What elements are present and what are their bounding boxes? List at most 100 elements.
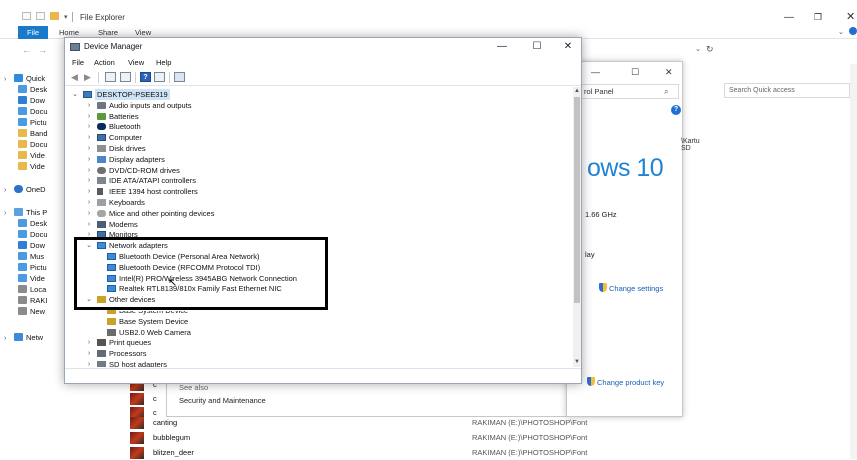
search-icon[interactable]: ⌕	[664, 85, 668, 98]
explorer-close-icon[interactable]: ✕	[846, 10, 855, 23]
scrollbar-thumb[interactable]	[574, 97, 580, 303]
ribbon-tab-file[interactable]: File	[18, 26, 48, 39]
expand-chevron-icon[interactable]: ›	[85, 121, 93, 132]
expand-chevron-icon[interactable]: ›	[85, 111, 93, 122]
device-category[interactable]: › Disk drives	[65, 143, 573, 154]
help-icon[interactable]: ?	[140, 72, 151, 82]
device-category[interactable]: › Print queues	[65, 337, 573, 348]
explorer-minimize-icon[interactable]: —	[784, 12, 794, 23]
desktop-icon	[18, 219, 27, 227]
device-category[interactable]: › SD host adapters	[65, 359, 573, 367]
menu-action[interactable]: Action	[94, 58, 115, 67]
system-close-icon[interactable]: ✕	[665, 67, 673, 78]
device-item[interactable]: Bluetooth Device (Personal Area Network)	[65, 251, 573, 262]
device-category[interactable]: › Bluetooth	[65, 121, 573, 132]
device-item[interactable]: Realtek RTL8139/810x Family Fast Etherne…	[65, 283, 573, 294]
device-manager-title-bar[interactable]: Device Manager — ☐ ✕	[65, 38, 581, 57]
expand-chevron-icon[interactable]: ›	[85, 100, 93, 111]
device-category[interactable]: › Keyboards	[65, 197, 573, 208]
expand-chevron-icon[interactable]: ›	[4, 208, 14, 219]
minimize-icon[interactable]: —	[495, 40, 509, 54]
device-category[interactable]: › IDE ATA/ATAPI controllers	[65, 175, 573, 186]
change-product-key-link[interactable]: Change product key	[587, 377, 664, 387]
properties-icon[interactable]	[36, 12, 45, 20]
address-dropdown-icon[interactable]: ⌄	[695, 45, 701, 53]
device-category[interactable]: › Monitors	[65, 229, 573, 240]
device-item[interactable]: Bluetooth Device (RFCOMM Protocol TDI)	[65, 262, 573, 273]
file-row[interactable]: bubblegum RAKIMAN (E:)\PHOTOSHOP\Font	[130, 431, 850, 445]
forward-arrow-icon[interactable]: →	[38, 45, 47, 55]
expand-chevron-icon[interactable]: ›	[85, 359, 93, 367]
menu-view[interactable]: View	[128, 58, 144, 67]
customize-toolbar-chevron-icon[interactable]: ▾	[64, 13, 68, 21]
device-category[interactable]: › Processors	[65, 348, 573, 359]
scroll-down-icon[interactable]: ▼	[573, 358, 581, 367]
explorer-restore-icon[interactable]: ❐	[814, 12, 822, 23]
net-device-icon	[107, 274, 116, 282]
change-settings-link[interactable]: Change settings	[599, 283, 663, 293]
expand-chevron-icon[interactable]: ›	[85, 186, 93, 197]
help-question-icon[interactable]: ?	[671, 105, 681, 115]
expand-chevron-icon[interactable]: ›	[85, 219, 93, 230]
tree-root-computer[interactable]: ⌄ DESKTOP-PSEE319	[65, 89, 573, 100]
file-row[interactable]: blitzen_deer RAKIMAN (E:)\PHOTOSHOP\Font	[130, 446, 850, 460]
expand-chevron-icon[interactable]: ›	[85, 154, 93, 165]
device-tree-scrollbar[interactable]: ▲ ▼	[573, 87, 581, 367]
system-minimize-icon[interactable]: —	[591, 67, 600, 77]
expand-chevron-icon[interactable]: ›	[85, 143, 93, 154]
explorer-scrollbar[interactable]	[850, 64, 857, 459]
quick-access-toolbar-icon[interactable]	[22, 12, 31, 20]
properties-icon[interactable]	[120, 72, 131, 82]
show-hide-console-tree-icon[interactable]	[105, 72, 116, 82]
device-category[interactable]: › Computer	[65, 132, 573, 143]
back-arrow-icon[interactable]: ◀	[69, 72, 80, 82]
device-category[interactable]: ⌄ Other devices	[65, 294, 573, 305]
device-category[interactable]: › Modems	[65, 219, 573, 230]
maximize-icon[interactable]: ☐	[530, 40, 544, 54]
expand-chevron-icon[interactable]: ›	[4, 74, 14, 85]
forward-arrow-icon[interactable]: ▶	[82, 72, 93, 82]
menu-file[interactable]: File	[72, 58, 84, 67]
new-folder-icon[interactable]	[50, 12, 59, 20]
device-category[interactable]: › Mice and other pointing devices	[65, 208, 573, 219]
menu-help[interactable]: Help	[156, 58, 171, 67]
security-maintenance-link[interactable]: Security and Maintenance	[179, 396, 266, 405]
device-category[interactable]: › Display adapters	[65, 154, 573, 165]
device-item[interactable]: Base System Device	[65, 316, 573, 327]
refresh-icon[interactable]: ↻	[706, 44, 714, 55]
view-list-icon[interactable]	[154, 72, 165, 82]
scan-hardware-changes-icon[interactable]	[174, 72, 185, 82]
device-category[interactable]: › DVD/CD-ROM drives	[65, 165, 573, 176]
tree-item-label: Keyboards	[109, 198, 145, 207]
device-item[interactable]: USB2.0 Web Camera	[65, 327, 573, 338]
device-category[interactable]: › Audio inputs and outputs	[65, 100, 573, 111]
help-icon[interactable]	[849, 27, 857, 35]
expand-chevron-icon[interactable]: ›	[85, 229, 93, 240]
printer-device-icon	[97, 339, 106, 347]
search-quick-access-input[interactable]: Search Quick access	[724, 83, 850, 98]
expand-chevron-icon[interactable]: ›	[85, 132, 93, 143]
file-row[interactable]: canting RAKIMAN (E:)\PHOTOSHOP\Font	[130, 416, 850, 430]
scroll-up-icon[interactable]: ▲	[573, 87, 581, 96]
expand-chevron-icon[interactable]: ›	[4, 333, 14, 344]
collapse-chevron-icon[interactable]: ⌄	[85, 240, 93, 251]
device-category[interactable]: ⌄ Network adapters	[65, 240, 573, 251]
collapse-chevron-icon[interactable]: ⌄	[71, 89, 79, 100]
expand-chevron-icon[interactable]: ›	[85, 165, 93, 176]
expand-chevron-icon[interactable]: ›	[4, 185, 14, 196]
expand-chevron-icon[interactable]: ›	[85, 175, 93, 186]
device-category[interactable]: › IEEE 1394 host controllers	[65, 186, 573, 197]
close-icon[interactable]: ✕	[561, 40, 575, 54]
system-maximize-icon[interactable]: ☐	[631, 67, 639, 78]
back-arrow-icon[interactable]: ←	[22, 45, 31, 55]
collapse-chevron-icon[interactable]: ⌄	[85, 294, 93, 305]
control-panel-search-input[interactable]: rol Panel ⌕	[575, 84, 679, 99]
ribbon-expand-icon[interactable]: ⌄	[838, 28, 844, 36]
expand-chevron-icon[interactable]: ›	[85, 197, 93, 208]
expand-chevron-icon[interactable]: ›	[85, 337, 93, 348]
device-item[interactable]: Intel(R) PRO/Wireless 3945ABG Network Co…	[65, 273, 573, 284]
expand-chevron-icon[interactable]: ›	[85, 208, 93, 219]
expand-chevron-icon[interactable]: ›	[85, 348, 93, 359]
device-item[interactable]: Base System Device	[65, 305, 573, 316]
device-category[interactable]: › Batteries	[65, 111, 573, 122]
